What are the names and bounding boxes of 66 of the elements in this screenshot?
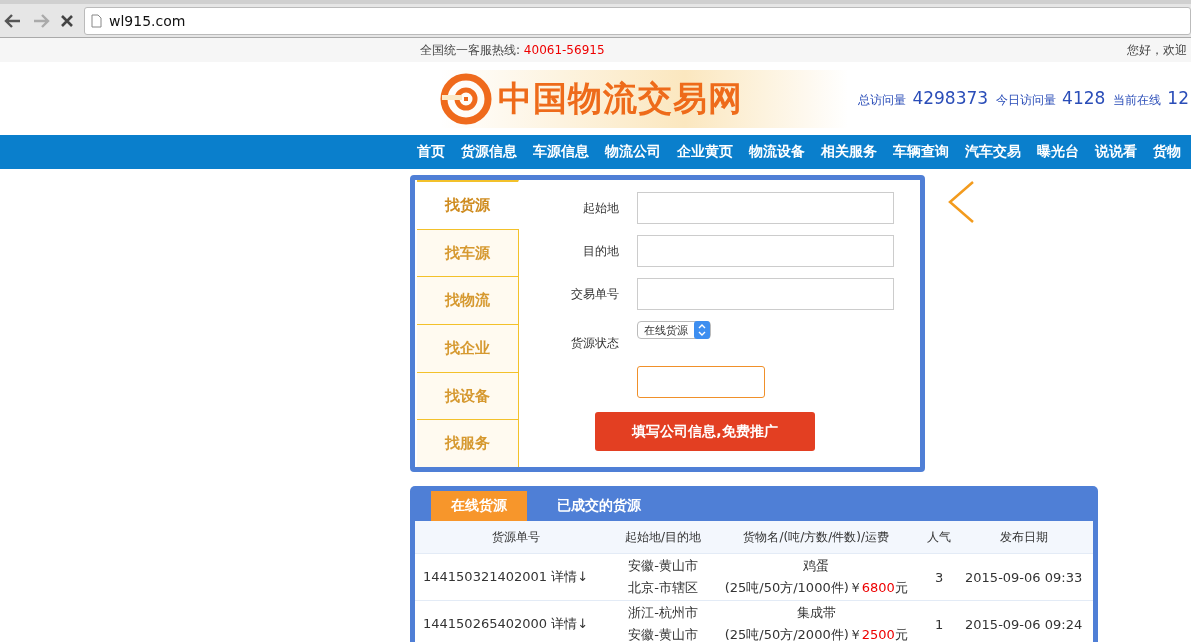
nav-link[interactable]: 企业黄页 xyxy=(677,143,733,161)
cargo-id: 144150265402000 xyxy=(423,616,548,631)
stat-value: 12 xyxy=(1167,88,1189,108)
publish-date: 2015-09-06 09:33 xyxy=(965,569,1083,585)
url-text: wl915.com xyxy=(109,12,186,29)
page-icon xyxy=(91,13,102,28)
stat-value: 4128 xyxy=(1062,88,1106,108)
search-tab[interactable]: 找企业 xyxy=(417,324,519,372)
listing-tab[interactable]: 已成交的货源 xyxy=(537,491,661,521)
column-header: 人气 xyxy=(924,521,955,554)
hotline-text: 全国统一客服热线: 40061-56915 xyxy=(420,41,605,59)
nav-link[interactable]: 货物 xyxy=(1153,143,1181,161)
nav-link[interactable]: 说说看 xyxy=(1095,143,1137,161)
address-bar[interactable]: wl915.com xyxy=(84,6,1191,35)
nav-link[interactable]: 相关服务 xyxy=(821,143,877,161)
input-field[interactable] xyxy=(637,235,894,267)
popularity-count: 1 xyxy=(935,616,944,632)
nav-link[interactable]: 物流设备 xyxy=(749,143,805,161)
detail-link[interactable]: 详情↓ xyxy=(551,616,589,631)
freight-text: (25吨/50方/2000件)￥2500元 xyxy=(723,626,909,642)
publish-date: 2015-09-06 09:24 xyxy=(965,616,1083,632)
detail-link[interactable]: 详情↓ xyxy=(551,569,589,584)
origin-text: 浙江-杭州市 xyxy=(627,604,699,622)
search-tab[interactable]: 找服务 xyxy=(417,419,519,468)
input-field[interactable] xyxy=(637,192,894,224)
origin-text: 安徽-黄山市 xyxy=(627,557,699,575)
field-label: 起始地 xyxy=(582,199,619,217)
field-label: 目的地 xyxy=(582,242,619,260)
destination-text: 安徽-黄山市 xyxy=(627,626,699,642)
search-tab[interactable]: 找物流 xyxy=(417,276,519,324)
goods-name: 集成带 xyxy=(795,604,837,622)
stat-label: 当前在线 xyxy=(1113,92,1162,109)
column-header: 起始地/目的地 xyxy=(617,521,709,554)
column-header: 发布日期 xyxy=(954,521,1093,554)
field-label: 货源状态 xyxy=(570,335,619,352)
input-field[interactable] xyxy=(637,278,894,310)
ring-logo-icon xyxy=(440,72,492,125)
freight-text: (25吨/50方/1000件)￥6800元 xyxy=(723,579,909,597)
cargo-id: 144150321402001 xyxy=(423,569,548,584)
input-field[interactable] xyxy=(637,366,765,398)
stat-value: 4298373 xyxy=(912,88,989,108)
nav-link[interactable]: 货源信息 xyxy=(461,143,517,161)
destination-text: 北京-市辖区 xyxy=(627,579,699,597)
back-icon[interactable] xyxy=(4,12,22,29)
chevron-left-icon[interactable] xyxy=(947,180,975,224)
listing-tab[interactable]: 在线货源 xyxy=(431,491,527,521)
nav-link[interactable]: 曝光台 xyxy=(1037,143,1079,161)
nav-link[interactable]: 汽车交易 xyxy=(965,143,1021,161)
search-tab[interactable]: 找车源 xyxy=(417,228,519,277)
goods-name: 鸡蛋 xyxy=(802,557,831,575)
nav-link[interactable]: 首页 xyxy=(417,143,445,161)
stepper-icon xyxy=(694,321,710,339)
promote-button[interactable]: 填写公司信息,免费推广 xyxy=(595,412,815,451)
nav-link[interactable]: 车源信息 xyxy=(533,143,589,161)
search-tab[interactable]: 找设备 xyxy=(417,371,519,420)
nav-link[interactable]: 车辆查询 xyxy=(893,143,949,161)
nav-link[interactable]: 物流公司 xyxy=(605,143,661,161)
field-label: 交易单号 xyxy=(570,285,619,303)
column-header: 货源单号 xyxy=(415,521,618,554)
stop-icon[interactable] xyxy=(60,13,74,28)
stat-label: 总访问量 xyxy=(858,92,907,109)
column-header: 货物名/(吨/方数/件数)/运费 xyxy=(708,521,924,554)
greeting-text: 您好，欢迎 xyxy=(1127,41,1188,59)
status-dropdown[interactable]: 在线货源 xyxy=(637,321,711,339)
stat-label: 今日访问量 xyxy=(996,92,1057,109)
popularity-count: 3 xyxy=(935,569,944,585)
